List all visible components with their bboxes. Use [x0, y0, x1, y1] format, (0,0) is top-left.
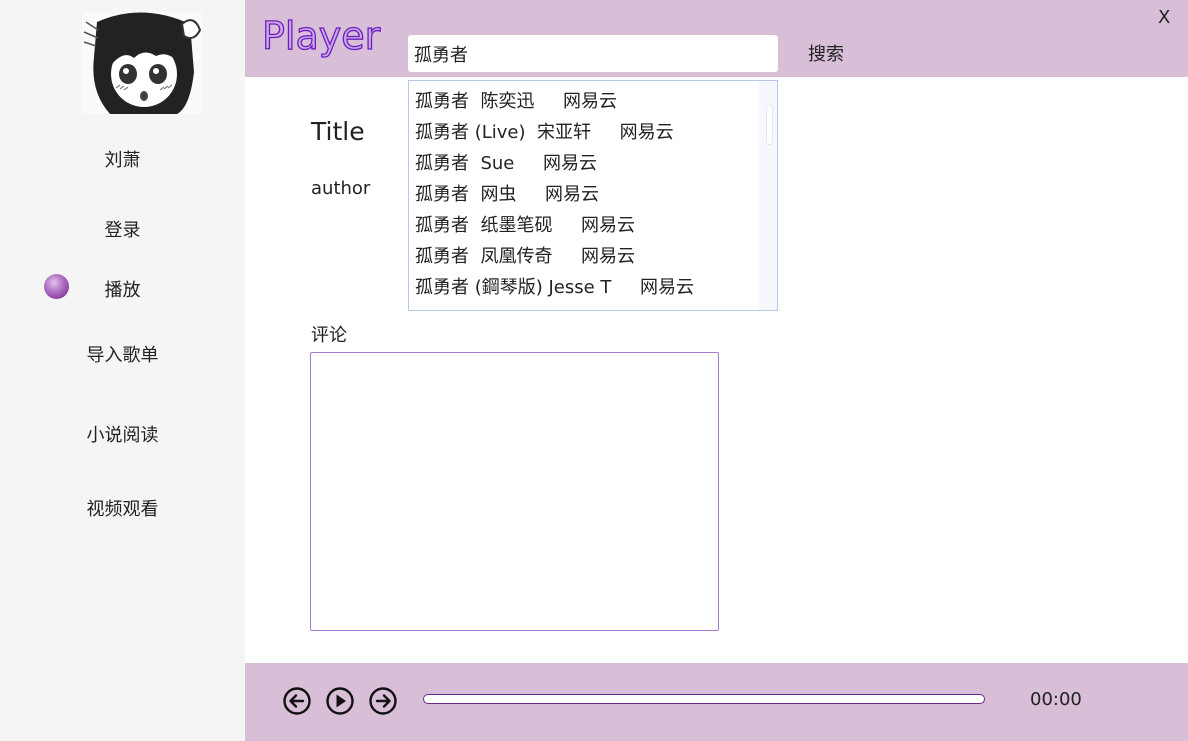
- sidebar-item-video-watching[interactable]: 视频观看: [0, 495, 245, 521]
- search-input[interactable]: [408, 35, 778, 72]
- comments-label: 评论: [311, 325, 347, 346]
- app-logo: Player: [261, 13, 381, 58]
- suggestion-item[interactable]: 孤勇者 网虫 网易云: [415, 180, 599, 211]
- close-button[interactable]: X: [1158, 7, 1170, 28]
- suggestion-item[interactable]: 孤勇者 陈奕迅 网易云: [415, 87, 617, 118]
- next-arrow-icon[interactable]: [368, 686, 398, 716]
- time-display: 00:00: [1030, 689, 1082, 710]
- sidebar-item-novel-reading[interactable]: 小说阅读: [0, 421, 245, 447]
- suggestion-item[interactable]: 孤勇者 Sue 网易云: [415, 149, 597, 180]
- suggestion-item[interactable]: 孤勇者 (鋼琴版) Jesse T 网易云: [415, 273, 694, 304]
- search-suggestions: 孤勇者 陈奕迅 网易云 孤勇者 (Live) 宋亚轩 网易云 孤勇者 Sue 网…: [408, 80, 778, 311]
- sidebar-item-login[interactable]: 登录: [0, 216, 245, 242]
- suggestions-scrollbar[interactable]: [759, 81, 777, 310]
- play-icon[interactable]: [325, 686, 355, 716]
- song-author: author: [311, 178, 371, 199]
- prev-arrow-icon[interactable]: [282, 686, 312, 716]
- suggestion-item[interactable]: 孤勇者 (Live) 宋亚轩 网易云: [415, 118, 674, 149]
- comments-textarea[interactable]: [310, 352, 719, 631]
- search-button[interactable]: 搜索: [808, 40, 844, 66]
- progress-slider[interactable]: [423, 694, 985, 704]
- suggestion-item[interactable]: 孤勇者 纸墨笔砚 网易云: [415, 211, 635, 242]
- user-name: 刘萧: [104, 150, 141, 171]
- suggestion-item[interactable]: 孤勇者 凤凰传奇 网易云: [415, 242, 635, 273]
- avatar[interactable]: [82, 12, 202, 114]
- sidebar: 刘萧 登录 播放 导入歌单 小说阅读 视频观看: [0, 0, 245, 741]
- avatar-icon: [82, 12, 202, 114]
- sidebar-item-play[interactable]: 播放: [0, 276, 245, 302]
- scrollbar-thumb[interactable]: [766, 105, 773, 145]
- sidebar-item-import-playlist[interactable]: 导入歌单: [0, 341, 245, 367]
- song-title: Title: [311, 117, 365, 146]
